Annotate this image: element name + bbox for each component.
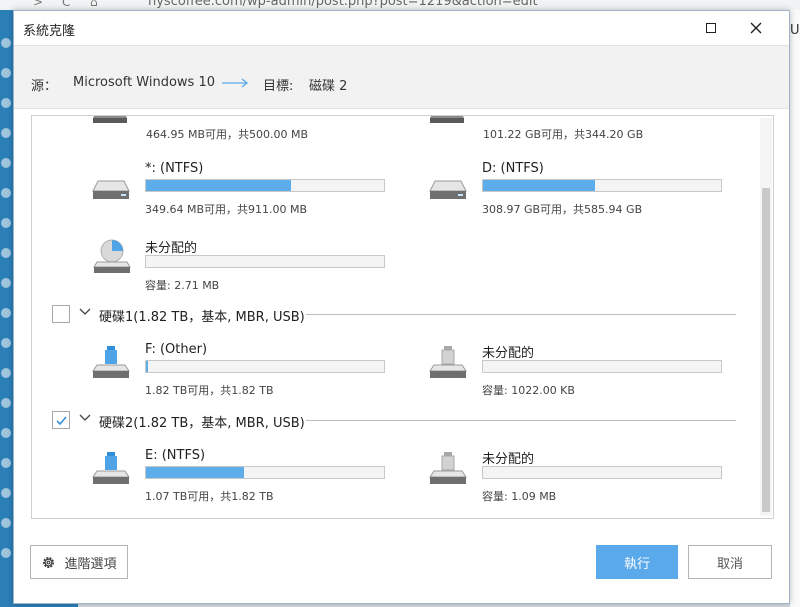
- home-icon[interactable]: ⌂: [90, 0, 98, 9]
- usb-drive-icon[interactable]: [92, 450, 130, 486]
- close-icon: [750, 22, 762, 34]
- disk-2-label: 硬碟2(1.82 TB，基本, MBR, USB): [99, 416, 305, 431]
- partition-info: 101.22 GB可用，共344.20 GB: [483, 128, 644, 141]
- partition-d[interactable]: D: (NTFS) 308.97 GB可用，共585.94 GB: [482, 161, 742, 221]
- source-value: Microsoft Windows 10: [73, 75, 215, 90]
- disk-1-label: 硬碟1(1.82 TB，基本, MBR, USB): [99, 310, 305, 325]
- cancel-button[interactable]: 取消: [688, 545, 772, 579]
- gear-icon: [41, 555, 56, 570]
- partition-info: 容量: 2.71 MB: [145, 279, 220, 292]
- partition-info: 容量: 1.09 MB: [482, 490, 557, 503]
- usage-fill: [146, 180, 292, 191]
- browser-url[interactable]: nyscoffee.com/wp-admin/post.php?post=121…: [148, 0, 538, 9]
- dialog-title: 系統克隆: [23, 24, 76, 39]
- usage-bar: [145, 255, 385, 268]
- partition-label: 未分配的: [145, 241, 198, 256]
- background-text: U.: [790, 23, 800, 38]
- usage-bar: [482, 360, 722, 373]
- hdd-icon: [93, 116, 127, 123]
- target-value: 磁碟 2: [309, 79, 348, 94]
- partition-unallocated[interactable]: 未分配的 容量: 2.71 MB: [145, 237, 405, 297]
- disk-1-header: 硬碟1(1.82 TB，基本, MBR, USB): [52, 302, 752, 328]
- partition-info: 1.82 TB可用，共1.82 TB: [145, 384, 274, 397]
- partition-label: D: (NTFS): [482, 161, 544, 176]
- background-page-edge: [790, 10, 800, 607]
- partition-label: 未分配的: [482, 452, 535, 467]
- usage-fill: [146, 467, 244, 478]
- partition-info: 容量: 1022.00 KB: [482, 384, 575, 397]
- checkmark-icon: [56, 416, 67, 426]
- unallocated-disk-icon[interactable]: [92, 238, 132, 274]
- usage-bar: [482, 179, 722, 192]
- hdd-icon: [430, 116, 464, 123]
- usage-bar: [145, 179, 385, 192]
- disk-2-checkbox[interactable]: [52, 411, 70, 429]
- browser-toolbar: > C ⌂ nyscoffee.com/wp-admin/post.php?po…: [0, 0, 800, 10]
- disk-2-header: 硬碟2(1.82 TB，基本, MBR, USB): [52, 408, 752, 434]
- usb-drive-icon[interactable]: [92, 344, 130, 380]
- usage-bar: [145, 466, 385, 479]
- chevron-down-icon[interactable]: [79, 414, 91, 422]
- partition-info: 1.07 TB可用，共1.82 TB: [145, 490, 274, 503]
- partition-unallocated[interactable]: 未分配的 容量: 1.09 MB: [482, 448, 742, 508]
- target-label: 目標:: [263, 79, 294, 94]
- disk-list-panel: 464.95 MB可用，共500.00 MB 101.22 GB可用，共344.…: [31, 115, 774, 519]
- dialog-titlebar[interactable]: 系統克隆: [14, 11, 789, 45]
- partition-label: 未分配的: [482, 346, 535, 361]
- partition-label: E: (NTFS): [145, 448, 206, 463]
- chevron-down-icon[interactable]: [79, 308, 91, 316]
- usage-bar: [145, 360, 385, 373]
- partition-f[interactable]: F: (Other) 1.82 TB可用，共1.82 TB: [145, 342, 405, 402]
- partition-info: 349.64 MB可用，共911.00 MB: [145, 203, 308, 216]
- scrollbar-thumb[interactable]: [762, 188, 770, 512]
- partition-label: F: (Other): [145, 342, 208, 357]
- forward-icon[interactable]: >: [33, 0, 43, 9]
- source-label: 源：: [31, 79, 58, 94]
- background-sidebar: [0, 10, 13, 607]
- divider: [306, 314, 736, 315]
- vertical-scrollbar[interactable]: [760, 118, 772, 516]
- system-clone-dialog: 系統克隆 源： Microsoft Windows 10 目標: 磁碟 2 46…: [13, 10, 790, 604]
- advanced-options-label: 進階選項: [64, 556, 117, 572]
- partition-unallocated[interactable]: 未分配的 容量: 1022.00 KB: [482, 342, 742, 402]
- close-button[interactable]: [734, 11, 778, 45]
- usb-drive-icon[interactable]: [429, 450, 467, 486]
- partition-info: 464.95 MB可用，共500.00 MB: [146, 128, 309, 141]
- disk-1-checkbox[interactable]: [52, 305, 70, 323]
- run-button[interactable]: 執行: [596, 545, 678, 579]
- reload-icon[interactable]: C: [62, 0, 70, 9]
- arrow-right-icon: [222, 78, 249, 88]
- clone-path-bar: 源： Microsoft Windows 10 目標: 磁碟 2: [14, 45, 789, 109]
- maximize-button[interactable]: [689, 11, 733, 45]
- partition-label: *: (NTFS): [145, 161, 204, 176]
- partition-e[interactable]: E: (NTFS) 1.07 TB可用，共1.82 TB: [145, 448, 405, 508]
- usage-bar: [482, 466, 722, 479]
- maximize-icon: [706, 23, 716, 33]
- partition-star[interactable]: *: (NTFS) 349.64 MB可用，共911.00 MB: [145, 161, 405, 221]
- partition-info: 308.97 GB可用，共585.94 GB: [482, 203, 643, 216]
- usage-fill: [146, 361, 148, 372]
- hdd-icon[interactable]: [429, 178, 467, 202]
- divider: [306, 420, 736, 421]
- usage-fill: [483, 180, 595, 191]
- usb-drive-icon[interactable]: [429, 344, 467, 380]
- advanced-options-button[interactable]: 進階選項: [30, 545, 128, 579]
- hdd-icon[interactable]: [92, 178, 130, 202]
